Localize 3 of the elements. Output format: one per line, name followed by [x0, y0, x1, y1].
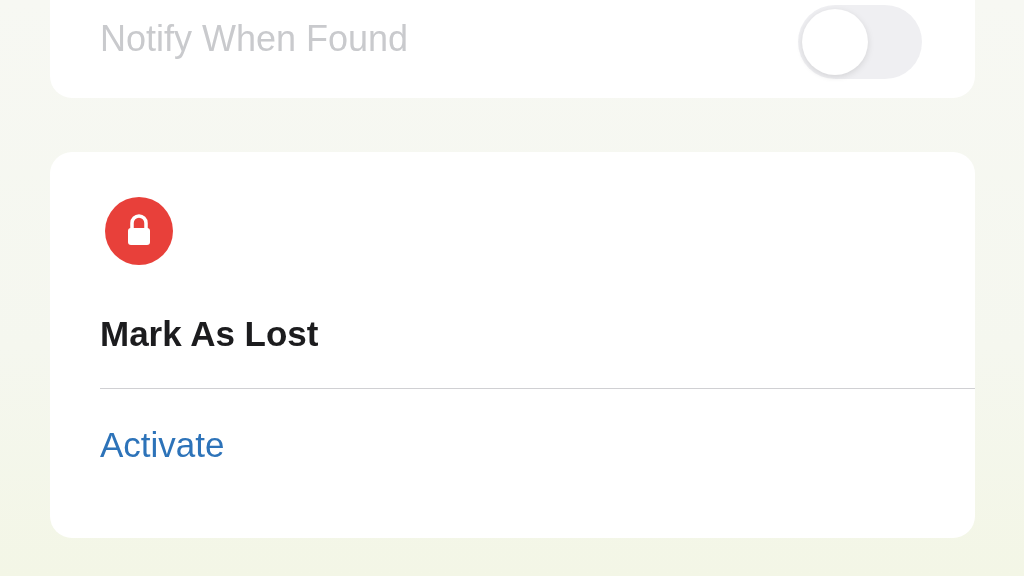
- lock-icon: [105, 197, 173, 265]
- card-title: Mark As Lost: [100, 314, 320, 354]
- activate-link[interactable]: Activate: [100, 425, 225, 465]
